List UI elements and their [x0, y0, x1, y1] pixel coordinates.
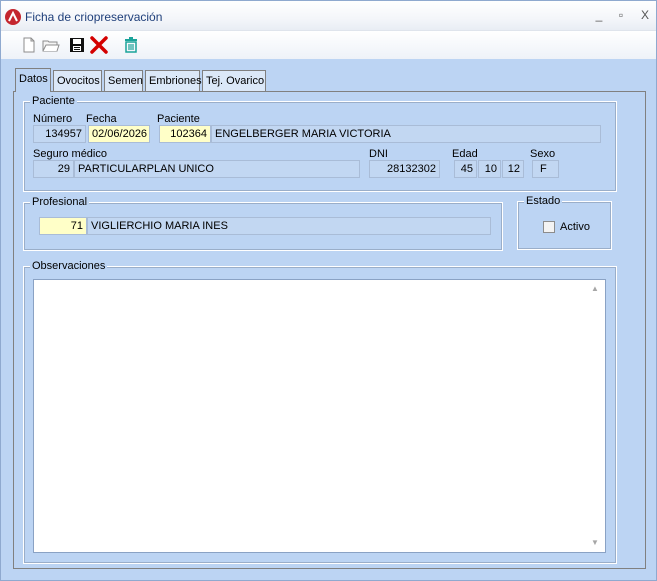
- scroll-up-icon[interactable]: ▲: [590, 285, 600, 293]
- dni-label: DNI: [369, 148, 388, 160]
- profesional-group: Profesional 71 VIGLIERCHIO MARIA INES: [23, 196, 503, 251]
- paciente-id-input[interactable]: 102364: [159, 125, 211, 143]
- fecha-label: Fecha: [86, 113, 117, 125]
- maximize-button[interactable]: ▫: [611, 6, 631, 24]
- paciente-group: Paciente Número Fecha Paciente 134957 02…: [23, 95, 617, 192]
- tab-ovocitos[interactable]: Ovocitos: [53, 70, 102, 91]
- sexo-label: Sexo: [530, 148, 556, 160]
- observaciones-group-label: Observaciones: [30, 260, 108, 272]
- profesional-group-label: Profesional: [30, 196, 90, 208]
- activo-checkbox[interactable]: [543, 221, 555, 233]
- activo-label: Activo: [560, 221, 590, 233]
- window-title: Ficha de criopreservación: [25, 10, 163, 24]
- tab-embriones[interactable]: Embriones: [145, 70, 202, 91]
- tab-tej-ovarico[interactable]: Tej. Ovarico: [202, 70, 266, 91]
- estado-group: Estado Activo: [517, 195, 612, 250]
- observaciones-group: Observaciones ▲ ▼: [23, 260, 617, 564]
- close-button[interactable]: X: [635, 6, 655, 24]
- profesional-id-input[interactable]: 71: [39, 217, 87, 235]
- app-logo-icon: [5, 9, 21, 25]
- delete-icon[interactable]: [89, 35, 109, 55]
- seguro-id-field: 29: [33, 160, 74, 178]
- scroll-down-icon[interactable]: ▼: [590, 539, 600, 547]
- paciente-label: Paciente: [157, 113, 200, 125]
- seguro-nombre-field: PARTICULARPLAN UNICO: [74, 160, 360, 178]
- toolbar: [1, 31, 656, 59]
- estado-group-label: Estado: [524, 195, 563, 207]
- tab-semen[interactable]: Semen: [104, 70, 143, 91]
- edad-meses-field: 10: [478, 160, 501, 178]
- profesional-nombre-field: VIGLIERCHIO MARIA INES: [87, 217, 491, 235]
- minimize-button[interactable]: _: [589, 6, 609, 24]
- dni-field: 28132302: [369, 160, 440, 178]
- observaciones-textarea[interactable]: [33, 279, 606, 553]
- seguro-label: Seguro médico: [33, 148, 107, 160]
- tab-datos[interactable]: Datos: [15, 68, 51, 92]
- save-icon[interactable]: [67, 35, 87, 55]
- numero-field: 134957: [33, 125, 86, 143]
- sexo-field: F: [532, 160, 559, 178]
- open-folder-icon[interactable]: [41, 35, 61, 55]
- edad-label: Edad: [452, 148, 478, 160]
- edad-dias-field: 12: [502, 160, 524, 178]
- edad-anios-field: 45: [454, 160, 477, 178]
- numero-label: Número: [33, 113, 73, 125]
- new-document-icon[interactable]: [19, 35, 39, 55]
- app-window: Ficha de criopreservación _ ▫ X Datos Ov…: [0, 0, 657, 581]
- paciente-nombre-field: ENGELBERGER MARIA VICTORIA: [211, 125, 601, 143]
- datos-panel: Paciente Número Fecha Paciente 134957 02…: [13, 91, 646, 569]
- fecha-input[interactable]: 02/06/2026: [88, 125, 150, 143]
- title-bar[interactable]: Ficha de criopreservación _ ▫ X: [1, 1, 656, 31]
- trash-icon[interactable]: [121, 35, 141, 55]
- paciente-group-label: Paciente: [30, 95, 77, 107]
